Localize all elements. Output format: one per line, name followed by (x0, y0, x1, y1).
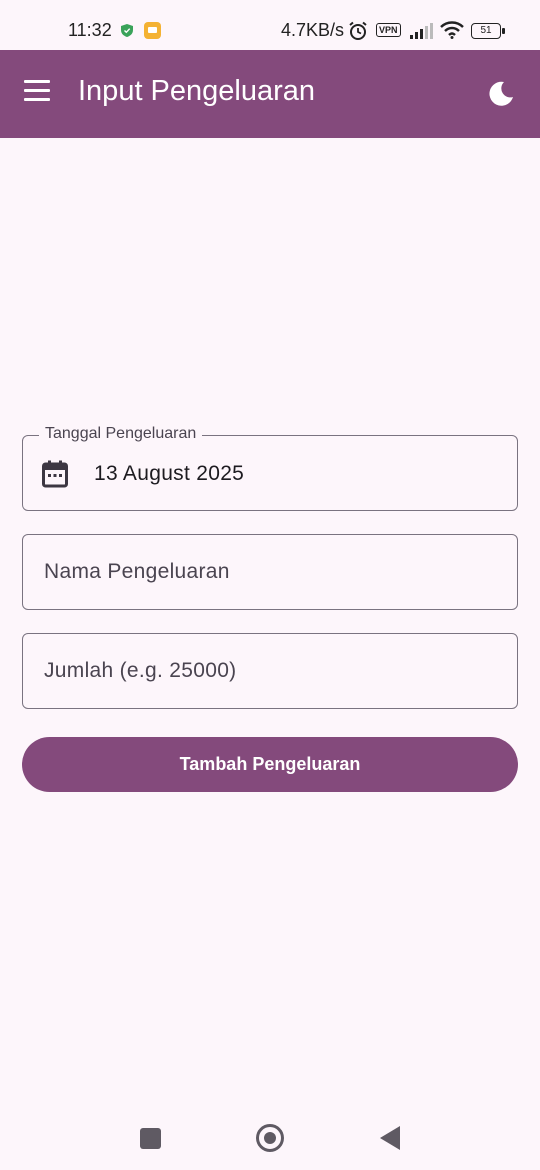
moon-icon[interactable] (486, 79, 516, 109)
vpn-badge: VPN (376, 23, 401, 37)
page-title: Input Pengeluaran (78, 75, 316, 107)
calendar-icon[interactable] (42, 460, 68, 493)
add-expense-button[interactable]: Tambah Pengeluaran (22, 737, 518, 792)
date-field[interactable]: Tanggal Pengeluaran 13 August 2025 (22, 425, 518, 511)
hamburger-menu-icon[interactable] (24, 80, 52, 108)
wifi-icon (440, 21, 464, 44)
app-bar: Input Pengeluaran (0, 50, 540, 138)
amount-input[interactable] (23, 634, 517, 708)
alarm-icon (348, 21, 368, 46)
system-nav-bar (0, 1110, 540, 1170)
signal-icon (410, 23, 434, 44)
network-speed: 4.7KB/s (281, 20, 345, 40)
back-icon[interactable] (380, 1126, 400, 1150)
expense-name-input[interactable] (23, 535, 517, 609)
home-icon[interactable] (256, 1124, 284, 1152)
date-field-label: Tanggal Pengeluaran (39, 425, 203, 443)
recent-apps-icon[interactable] (140, 1128, 161, 1149)
amount-field[interactable] (22, 633, 518, 709)
status-bar: 11:32 4.7KB/s VPN 51 (0, 0, 540, 50)
date-value: 13 August 2025 (94, 462, 245, 485)
expense-name-field[interactable] (22, 534, 518, 610)
battery-icon: 51 (471, 23, 505, 39)
status-time: 11:32 (68, 20, 112, 40)
shield-icon (121, 24, 133, 42)
notification-icon (144, 22, 161, 39)
